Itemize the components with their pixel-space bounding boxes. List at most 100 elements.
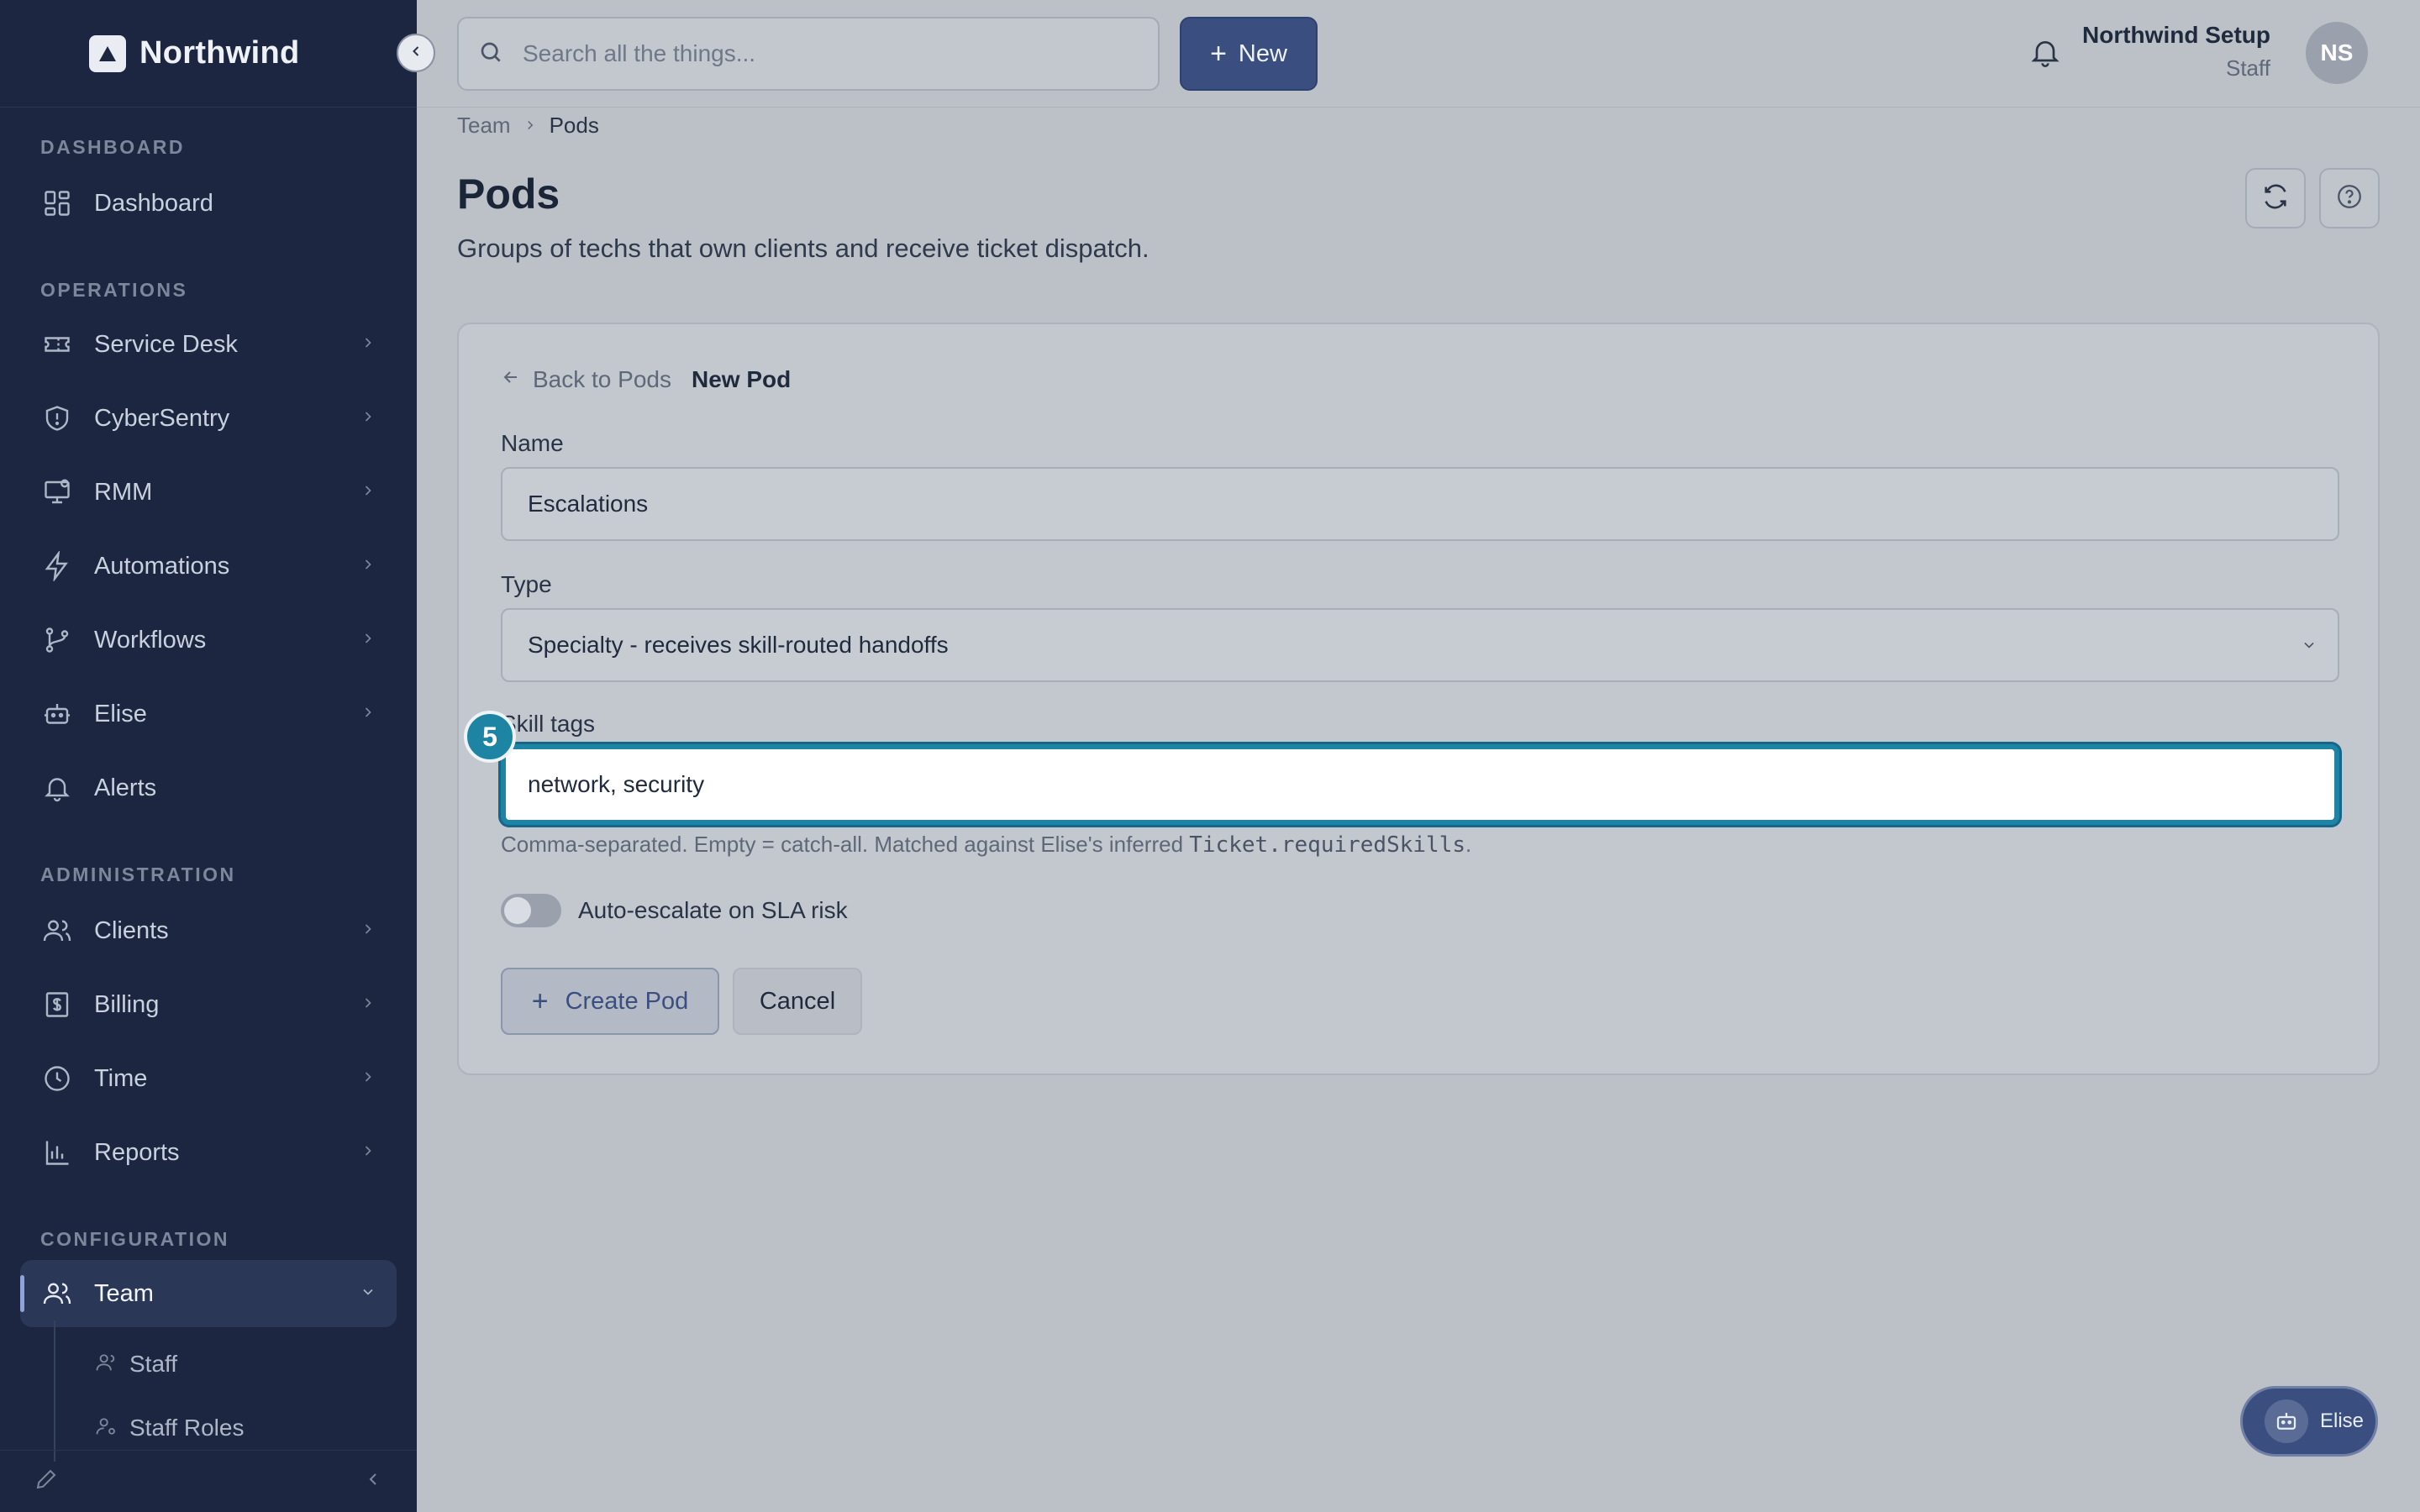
sidebar-item-label: Billing — [94, 990, 160, 1018]
chevron-right-icon — [360, 408, 376, 429]
active-indicator — [20, 1275, 24, 1312]
back-to-pods-link[interactable]: Back to Pods — [501, 366, 671, 393]
sidebar-subitem-label: Staff — [129, 1351, 178, 1377]
section-administration: ADMINISTRATION — [40, 864, 236, 885]
create-pod-label: Create Pod — [565, 987, 689, 1015]
user-icon — [94, 1351, 118, 1378]
sidebar-item-time[interactable]: Time — [20, 1045, 397, 1112]
new-button[interactable]: + New — [1180, 17, 1318, 91]
name-field[interactable]: Escalations — [501, 467, 2339, 541]
breadcrumb-parent[interactable]: Team — [457, 113, 511, 139]
bar-chart-icon — [40, 1136, 74, 1169]
pencil-icon[interactable] — [34, 1467, 59, 1496]
search-icon — [477, 39, 504, 70]
type-label: Type — [501, 571, 552, 597]
sidebar-item-label: Alerts — [94, 774, 157, 801]
new-button-label: New — [1238, 39, 1287, 67]
sidebar-item-reports[interactable]: Reports — [20, 1119, 397, 1186]
bot-icon — [2265, 1399, 2308, 1443]
chevron-down-icon — [360, 1284, 376, 1305]
skill-tags-input[interactable]: network, security — [501, 744, 2339, 825]
sidebar-subitem-staff[interactable]: Staff — [94, 1339, 177, 1389]
cancel-button[interactable]: Cancel — [733, 968, 862, 1035]
sidebar-item-cybersentry[interactable]: CyberSentry — [20, 385, 397, 452]
new-pod-form: Back to Pods New Pod Name Escalations Ty… — [457, 323, 2380, 1075]
user-role: Staff — [2225, 55, 2270, 81]
elise-assistant-button[interactable]: Elise — [2240, 1386, 2378, 1457]
section-dashboard: DASHBOARD — [40, 136, 185, 158]
hint-text: Comma-separated. Empty = catch-all. Matc… — [501, 832, 1190, 857]
chevron-right-icon — [360, 1142, 376, 1163]
sidebar-item-team[interactable]: Team — [20, 1260, 397, 1327]
sidebar-item-dashboard[interactable]: Dashboard — [20, 170, 397, 237]
search-input[interactable] — [523, 40, 1144, 67]
shield-icon — [40, 402, 74, 435]
sidebar: Northwind DASHBOARD Dashboard OPERATIONS… — [0, 0, 417, 1512]
avatar[interactable]: NS — [2306, 22, 2368, 84]
chevron-right-icon — [523, 113, 538, 139]
collapse-sidebar-button[interactable] — [397, 34, 435, 72]
sidebar-item-label: Automations — [94, 552, 230, 580]
refresh-button[interactable] — [2245, 168, 2306, 228]
sidebar-item-label: Workflows — [94, 626, 207, 654]
branch-icon — [40, 623, 74, 657]
page-subtitle: Groups of techs that own clients and rec… — [457, 234, 1150, 263]
name-label: Name — [501, 430, 564, 456]
sidebar-item-label: Clients — [94, 916, 169, 944]
lightning-icon — [40, 549, 74, 583]
brand[interactable]: Northwind — [0, 0, 417, 108]
chevron-right-icon — [360, 704, 376, 725]
sidebar-item-automations[interactable]: Automations — [20, 533, 397, 600]
chevron-right-icon — [360, 921, 376, 942]
type-value: Specialty - receives skill-routed handof… — [528, 632, 949, 658]
auto-escalate-row: Auto-escalate on SLA risk — [501, 894, 848, 927]
form-header: Back to Pods New Pod — [501, 366, 791, 393]
bell-icon — [2028, 35, 2062, 73]
cancel-label: Cancel — [759, 987, 836, 1015]
sidebar-item-label: Elise — [94, 700, 147, 727]
receipt-icon — [40, 988, 74, 1021]
plus-icon: + — [531, 984, 549, 1017]
sidebar-item-elise[interactable]: Elise — [20, 680, 397, 748]
hint-end: . — [1465, 832, 1472, 857]
user-cog-icon — [94, 1415, 118, 1442]
hint-code: Ticket.requiredSkills — [1189, 832, 1466, 858]
sidebar-item-label: RMM — [94, 478, 153, 506]
sidebar-item-alerts[interactable]: Alerts — [20, 754, 397, 822]
triangle-logo-icon — [89, 34, 126, 72]
user-info[interactable]: Northwind Setup Staff — [2082, 22, 2270, 81]
auto-escalate-toggle[interactable] — [501, 894, 561, 927]
refresh-icon — [2261, 182, 2290, 215]
search-box[interactable] — [457, 17, 1160, 91]
help-button[interactable] — [2319, 168, 2380, 228]
sidebar-item-clients[interactable]: Clients — [20, 897, 397, 964]
arrow-left-icon — [501, 366, 521, 393]
sidebar-item-workflows[interactable]: Workflows — [20, 606, 397, 674]
sidebar-item-label: Dashboard — [94, 189, 213, 217]
monitor-icon — [40, 475, 74, 509]
notifications-button[interactable] — [2025, 34, 2065, 74]
chevron-right-icon — [360, 995, 376, 1016]
topbar: + New Northwind Setup Staff NS — [417, 0, 2420, 108]
chevron-right-icon — [360, 482, 376, 503]
type-select[interactable]: Specialty - receives skill-routed handof… — [501, 608, 2339, 682]
sidebar-item-label: Time — [94, 1064, 148, 1092]
sub-nav-line — [54, 1320, 55, 1462]
elise-label: Elise — [2320, 1410, 2365, 1432]
create-pod-button[interactable]: + Create Pod — [501, 968, 719, 1035]
chevron-left-icon[interactable] — [363, 1469, 383, 1494]
bell-icon — [40, 771, 74, 805]
help-circle-icon — [2335, 182, 2364, 215]
sidebar-item-billing[interactable]: Billing — [20, 971, 397, 1038]
sidebar-subitem-staff-roles[interactable]: Staff Roles — [94, 1403, 244, 1453]
sidebar-item-service-desk[interactable]: Service Desk — [20, 311, 397, 378]
plus-icon: + — [1210, 37, 1227, 70]
chevron-right-icon — [360, 556, 376, 577]
users-icon — [40, 914, 74, 948]
toggle-knob — [504, 897, 531, 924]
auto-escalate-label: Auto-escalate on SLA risk — [578, 897, 848, 923]
ticket-icon — [40, 328, 74, 361]
sidebar-item-rmm[interactable]: RMM — [20, 459, 397, 526]
bot-icon — [40, 697, 74, 731]
grid-icon — [40, 186, 74, 220]
